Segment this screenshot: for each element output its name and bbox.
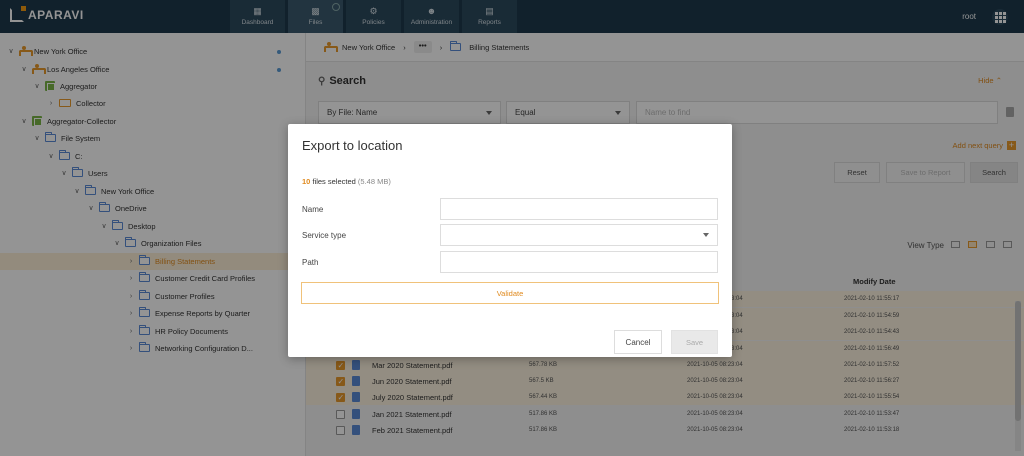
save-button[interactable]: Save	[671, 330, 718, 354]
validate-button[interactable]: Validate	[301, 282, 719, 304]
selected-count: 10	[302, 177, 311, 186]
path-input[interactable]	[440, 251, 718, 273]
selected-label: files selected	[312, 177, 356, 186]
path-label: Path	[302, 258, 319, 267]
service-type-select[interactable]	[440, 224, 718, 246]
selected-size: (5.48 MB)	[357, 177, 391, 186]
selection-summary: 10 files selected (5.48 MB)	[302, 177, 391, 186]
export-to-location-dialog: Export to location 10 files selected (5.…	[288, 124, 732, 357]
chevron-down-icon	[703, 233, 709, 237]
service-type-label: Service type	[302, 231, 347, 240]
cancel-button[interactable]: Cancel	[614, 330, 662, 354]
name-label: Name	[302, 205, 324, 214]
name-input[interactable]	[440, 198, 718, 220]
dialog-title: Export to location	[302, 138, 403, 153]
